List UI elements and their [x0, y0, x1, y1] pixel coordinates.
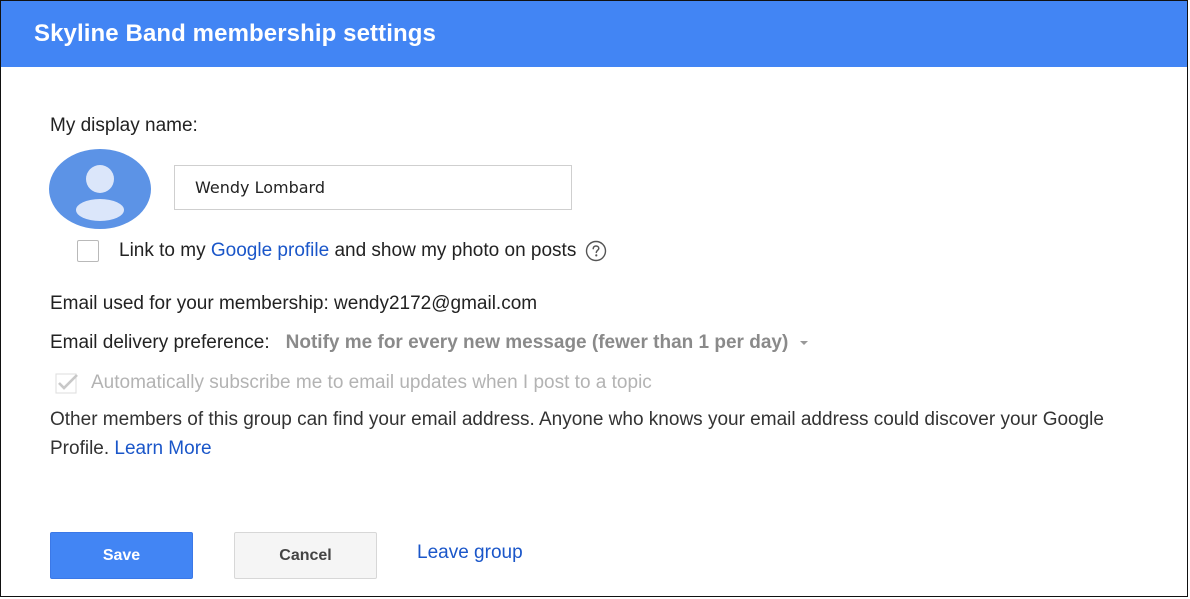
display-name-input[interactable] — [174, 165, 572, 210]
profile-link-row: Link to my Google profile and show my ph… — [77, 237, 607, 265]
learn-more-link[interactable]: Learn More — [114, 438, 211, 459]
auto-subscribe-checkbox[interactable] — [53, 371, 81, 395]
delivery-preference-dropdown[interactable]: Notify me for every new message (fewer t… — [286, 332, 811, 354]
checkmark-icon — [55, 373, 78, 394]
display-name-label: My display name: — [50, 115, 198, 136]
leave-group-link[interactable]: Leave group — [417, 542, 523, 564]
profile-link-text-before: Link to my — [119, 240, 206, 261]
auto-subscribe-label: Automatically subscribe me to email upda… — [91, 372, 652, 393]
delivery-preference-row: Email delivery preference: Notify me for… — [50, 332, 810, 354]
delivery-preference-value: Notify me for every new message (fewer t… — [285, 332, 789, 353]
avatar — [49, 149, 151, 229]
profile-link-checkbox[interactable] — [77, 240, 99, 262]
privacy-notice: Other members of this group can find you… — [50, 405, 1110, 463]
google-profile-link[interactable]: Google profile — [211, 240, 329, 262]
save-button[interactable]: Save — [50, 532, 193, 579]
question-circle-icon[interactable] — [585, 240, 607, 262]
dialog-header: Skyline Band membership settings — [1, 1, 1187, 67]
caret-down-icon — [798, 339, 810, 347]
auto-subscribe-row: Automatically subscribe me to email upda… — [53, 371, 652, 395]
delivery-preference-label: Email delivery preference: — [50, 332, 270, 353]
membership-settings-dialog: Skyline Band membership settings My disp… — [0, 0, 1188, 597]
membership-email: Email used for your membership: wendy217… — [50, 293, 538, 314]
cancel-button[interactable]: Cancel — [234, 532, 377, 579]
person-silhouette-icon — [76, 165, 124, 221]
dialog-title: Skyline Band membership settings — [34, 20, 436, 47]
profile-link-text-after: and show my photo on posts — [334, 240, 577, 261]
